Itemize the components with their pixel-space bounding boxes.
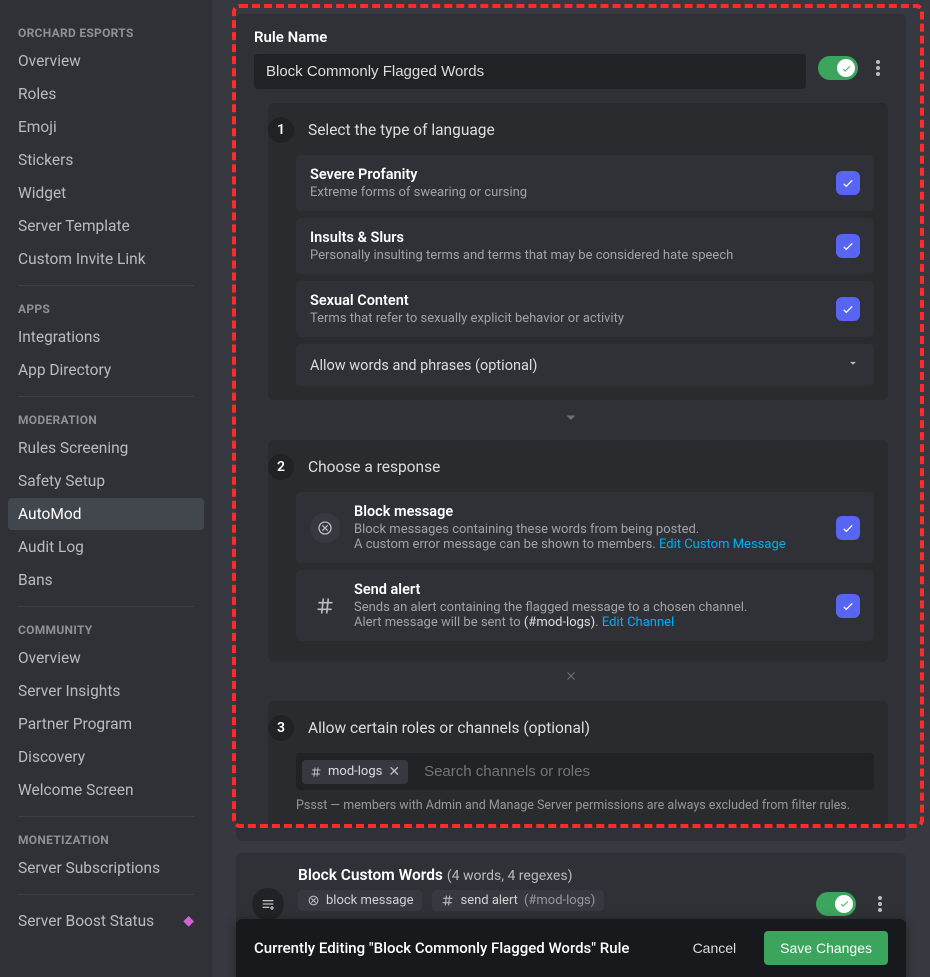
rule-editor-panel: Rule Name 1 Select the type of language <box>236 14 906 841</box>
option-sexual-content[interactable]: Sexual Content Terms that refer to sexua… <box>296 281 874 337</box>
x-separator-icon <box>254 668 888 687</box>
sidebar-item-emoji[interactable]: Emoji <box>8 111 204 143</box>
section-language-type: 1 Select the type of language Severe Pro… <box>268 103 888 400</box>
opt-title: Insults & Slurs <box>310 229 822 246</box>
sidebar-item-overview[interactable]: Overview <box>8 45 204 77</box>
allow-words-label: Allow words and phrases (optional) <box>310 357 537 374</box>
block-desc1: Block messages containing these words fr… <box>354 522 699 537</box>
rule-more-menu-2[interactable] <box>870 892 890 916</box>
sidebar-item-subscriptions[interactable]: Server Subscriptions <box>8 852 204 884</box>
sidebar-item-welcome[interactable]: Welcome Screen <box>8 774 204 806</box>
chevron-down-icon <box>846 356 860 374</box>
alert-desc1: Sends an alert containing the flagged me… <box>354 600 747 615</box>
exempt-input-row[interactable]: mod-logs ✕ <box>296 753 874 790</box>
checkbox-insults[interactable] <box>836 234 860 258</box>
save-bar-message: Currently Editing "Block Commonly Flagge… <box>254 939 665 957</box>
sidebar-item-automod[interactable]: AutoMod <box>8 498 204 530</box>
step2-title: Choose a response <box>308 458 440 476</box>
rule-enabled-toggle-2[interactable] <box>816 892 856 916</box>
opt-desc: Terms that refer to sexually explicit be… <box>310 311 822 326</box>
sidebar-item-discovery[interactable]: Discovery <box>8 741 204 773</box>
sidebar-item-bans[interactable]: Bans <box>8 564 204 596</box>
exempt-hint: Pssst — members with Admin and Manage Se… <box>296 798 874 813</box>
section-response: 2 Choose a response Block message Block … <box>268 440 888 662</box>
checkbox-sexual[interactable] <box>836 297 860 321</box>
boost-label: Server Boost Status <box>18 912 154 930</box>
unsaved-changes-bar: Currently Editing "Block Commonly Flagge… <box>236 919 906 977</box>
badge-send-alert: send alert (#mod-logs) <box>432 890 604 911</box>
rule-list-icon[interactable] <box>252 888 284 920</box>
step1-title: Select the type of language <box>308 121 495 139</box>
sidebar-heading-apps: APPS <box>8 296 204 320</box>
cancel-button[interactable]: Cancel <box>679 932 751 964</box>
block-desc2: A custom error message can be shown to m… <box>354 537 656 552</box>
chip-mod-logs[interactable]: mod-logs ✕ <box>302 760 408 784</box>
checkbox-block[interactable] <box>836 516 860 540</box>
checkbox-severe-profanity[interactable] <box>836 171 860 195</box>
option-insults-slurs[interactable]: Insults & Slurs Personally insulting ter… <box>296 218 874 274</box>
opt-desc: Extreme forms of swearing or cursing <box>310 185 822 200</box>
sidebar-item-stickers[interactable]: Stickers <box>8 144 204 176</box>
boost-icon: ◆ <box>183 913 194 929</box>
option-send-alert[interactable]: Send alert Sends an alert containing the… <box>296 570 874 641</box>
rule-name-input[interactable] <box>254 54 806 89</box>
sidebar-heading-community: COMMUNITY <box>8 617 204 641</box>
hash-icon <box>310 766 322 778</box>
step-badge-2: 2 <box>268 454 294 480</box>
sidebar-heading-moderation: MODERATION <box>8 407 204 431</box>
main-content: Rule Name 1 Select the type of language <box>212 0 930 977</box>
opt-title: Sexual Content <box>310 292 822 309</box>
sidebar-item-integrations[interactable]: Integrations <box>8 321 204 353</box>
settings-sidebar: ORCHARD ESPORTS Overview Roles Emoji Sti… <box>0 0 212 977</box>
sidebar-item-roles[interactable]: Roles <box>8 78 204 110</box>
option-block-message[interactable]: Block message Block messages containing … <box>296 492 874 563</box>
arrow-down-icon <box>254 408 888 426</box>
sidebar-item-template[interactable]: Server Template <box>8 210 204 242</box>
badge-block-message: block message <box>298 890 422 911</box>
section-exempt: 3 Allow certain roles or channels (optio… <box>268 701 888 827</box>
sidebar-item-invite[interactable]: Custom Invite Link <box>8 243 204 275</box>
cr-title: Block Custom Words <box>298 866 443 884</box>
search-roles-input[interactable] <box>414 753 874 790</box>
rule-enabled-toggle[interactable] <box>818 56 858 80</box>
rule-more-menu[interactable] <box>868 56 888 80</box>
alert-desc2-pre: Alert message will be sent to <box>354 615 524 630</box>
step3-title: Allow certain roles or channels (optiona… <box>308 719 590 737</box>
sidebar-item-app-directory[interactable]: App Directory <box>8 354 204 386</box>
sidebar-item-safety-setup[interactable]: Safety Setup <box>8 465 204 497</box>
step-badge-3: 3 <box>268 715 294 741</box>
sidebar-item-partner[interactable]: Partner Program <box>8 708 204 740</box>
sidebar-item-audit-log[interactable]: Audit Log <box>8 531 204 563</box>
sidebar-item-boost[interactable]: Server Boost Status ◆ <box>8 905 204 937</box>
opt-desc: Personally insulting terms and terms tha… <box>310 248 822 263</box>
cr-meta-text: (4 words, 4 regexes) <box>447 868 573 884</box>
checkbox-alert[interactable] <box>836 594 860 618</box>
chip-label: mod-logs <box>328 764 382 779</box>
block-icon <box>310 513 340 543</box>
edit-custom-message-link[interactable]: Edit Custom Message <box>659 537 786 552</box>
block-title: Block message <box>354 503 822 520</box>
sidebar-item-widget[interactable]: Widget <box>8 177 204 209</box>
sidebar-item-server-insights[interactable]: Server Insights <box>8 675 204 707</box>
step-badge-1: 1 <box>268 117 294 143</box>
sidebar-item-rules-screening[interactable]: Rules Screening <box>8 432 204 464</box>
sidebar-item-community-overview[interactable]: Overview <box>8 642 204 674</box>
rule-name-label: Rule Name <box>254 28 806 46</box>
alert-title: Send alert <box>354 581 822 598</box>
sidebar-heading-server: ORCHARD ESPORTS <box>8 20 204 44</box>
edit-channel-link[interactable]: Edit Channel <box>602 615 674 630</box>
allow-words-expand[interactable]: Allow words and phrases (optional) <box>296 344 874 386</box>
hash-icon <box>310 591 340 621</box>
alert-desc2-post: . <box>595 615 602 630</box>
option-severe-profanity[interactable]: Severe Profanity Extreme forms of sweari… <box>296 155 874 211</box>
opt-title: Severe Profanity <box>310 166 822 183</box>
sidebar-heading-monetization: MONETIZATION <box>8 827 204 851</box>
alert-channel: (#mod-logs) <box>524 615 595 630</box>
save-changes-button[interactable]: Save Changes <box>764 931 888 965</box>
chip-remove[interactable]: ✕ <box>388 764 400 780</box>
